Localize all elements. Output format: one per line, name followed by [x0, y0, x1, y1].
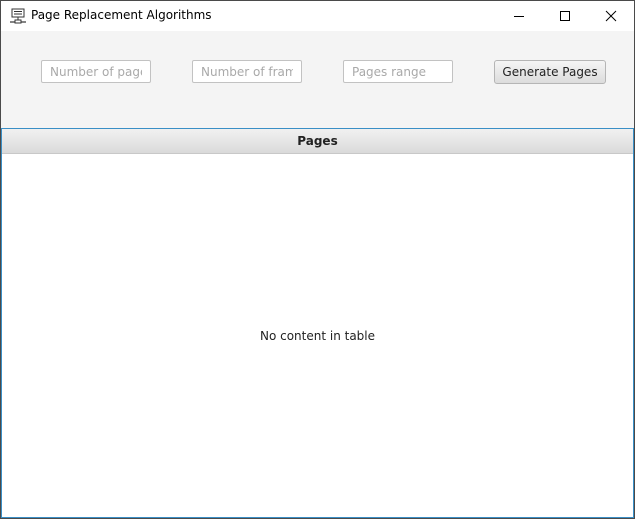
- column-header-pages[interactable]: Pages: [297, 134, 337, 148]
- maximize-icon: [559, 7, 571, 26]
- table-header[interactable]: Pages: [2, 129, 633, 154]
- window-title: Page Replacement Algorithms: [31, 8, 212, 22]
- empty-table-message: No content in table: [259, 329, 376, 343]
- title-bar[interactable]: Page Replacement Algorithms: [1, 1, 634, 31]
- maximize-button[interactable]: [542, 1, 588, 31]
- toolbar: Generate Pages: [1, 31, 634, 128]
- pages-table[interactable]: Pages No content in table: [1, 128, 634, 518]
- pages-range-input[interactable]: [343, 60, 453, 83]
- minimize-icon: [513, 7, 525, 26]
- generate-pages-button[interactable]: Generate Pages: [494, 60, 606, 84]
- network-computer-icon: [9, 8, 27, 24]
- minimize-button[interactable]: [496, 1, 542, 31]
- app-window: Page Replacement Algorithms Generate Pag…: [0, 0, 635, 519]
- number-of-frames-input[interactable]: [192, 60, 302, 83]
- close-button[interactable]: [588, 1, 634, 31]
- number-of-pages-input[interactable]: [41, 60, 151, 83]
- close-icon: [605, 7, 617, 26]
